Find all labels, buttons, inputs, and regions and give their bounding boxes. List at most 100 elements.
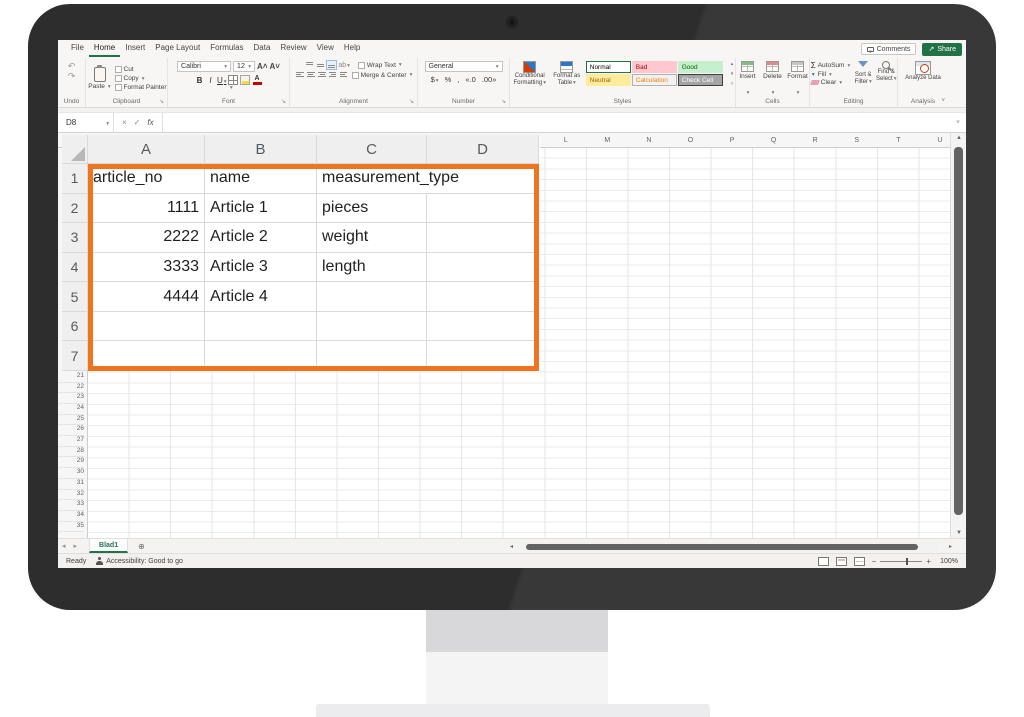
italic-button[interactable]: I	[206, 76, 215, 85]
cell-A4[interactable]: 3333	[88, 253, 205, 283]
accessibility-status[interactable]: Accessibility: Good to go	[96, 557, 183, 565]
cell-B6[interactable]	[205, 312, 317, 342]
middle-align-button[interactable]	[316, 61, 325, 69]
vertical-scrollbar-thumb[interactable]	[954, 147, 963, 515]
align-center-button[interactable]	[306, 71, 315, 79]
number-format-select[interactable]: General	[425, 61, 503, 72]
find-select-button[interactable]: Find & Select	[876, 61, 896, 82]
page-layout-view-button[interactable]	[836, 557, 847, 566]
zoom-slider-thumb[interactable]	[906, 558, 908, 565]
column-header-Q[interactable]: Q	[753, 133, 795, 148]
overlay-column-header-D[interactable]: D	[427, 135, 539, 164]
column-header-O[interactable]: O	[670, 133, 712, 148]
style-calculation[interactable]: Calculation	[632, 74, 677, 86]
style-bad[interactable]: Bad	[632, 61, 677, 73]
zoom-in-button[interactable]: +	[926, 557, 931, 566]
tab-help[interactable]: Help	[339, 41, 365, 57]
insert-function-icon[interactable]: fx	[147, 118, 153, 127]
zoom-level[interactable]: 100%	[938, 558, 958, 565]
tab-page-layout[interactable]: Page Layout	[150, 41, 205, 57]
cell-C7[interactable]	[317, 341, 427, 371]
percent-style-button[interactable]: %	[445, 75, 452, 84]
column-header-N[interactable]: N	[628, 133, 670, 148]
align-left-button[interactable]	[295, 71, 304, 79]
number-dialog-launcher[interactable]	[501, 99, 507, 105]
horizontal-scrollbar[interactable]	[520, 543, 938, 551]
normal-view-button[interactable]	[818, 557, 829, 566]
autosum-button[interactable]: ΣAutoSum	[811, 61, 850, 70]
cancel-entry-icon[interactable]: ×	[122, 118, 127, 127]
tab-data[interactable]: Data	[249, 41, 276, 57]
tab-review[interactable]: Review	[275, 41, 311, 57]
paste-button[interactable]: Paste	[87, 67, 113, 90]
scroll-up-icon[interactable]: ▲	[951, 135, 966, 141]
zoom-slider[interactable]	[880, 561, 922, 562]
cell-B4[interactable]: Article 3	[205, 253, 317, 283]
column-header-S[interactable]: S	[836, 133, 878, 148]
column-header-R[interactable]: R	[794, 133, 836, 148]
analyze-data-button[interactable]: Analyze Data	[903, 61, 943, 82]
cell-D2[interactable]	[427, 194, 539, 224]
copy-button[interactable]: Copy	[115, 75, 167, 82]
overlay-row-header-4[interactable]: 4	[62, 253, 88, 283]
align-right-button[interactable]	[317, 71, 326, 79]
merge-center-button[interactable]: Merge & Center	[352, 72, 413, 79]
redo-button[interactable]: ↷	[68, 71, 76, 81]
row-header-35[interactable]: 35	[58, 521, 84, 533]
cell-D5[interactable]	[427, 282, 539, 312]
column-header-M[interactable]: M	[587, 133, 629, 148]
format-painter-button[interactable]: Format Painter	[115, 84, 167, 91]
overlay-row-header-3[interactable]: 3	[62, 223, 88, 253]
overlay-row-header-5[interactable]: 5	[62, 282, 88, 312]
cell-C5[interactable]	[317, 282, 427, 312]
overlay-column-header-B[interactable]: B	[205, 135, 317, 164]
undo-button[interactable]: ↶	[68, 61, 76, 71]
cell-B2[interactable]: Article 1	[205, 194, 317, 224]
font-color-button[interactable]: A	[252, 75, 262, 85]
format-cells-button[interactable]: Format	[786, 61, 809, 99]
sheet-tab-blad1[interactable]: Blad1	[89, 539, 128, 553]
decrease-indent-button[interactable]	[328, 71, 337, 79]
alignment-dialog-launcher[interactable]	[409, 99, 415, 105]
overlay-row-header-1[interactable]: 1	[62, 164, 88, 194]
horizontal-scrollbar-thumb[interactable]	[526, 544, 918, 550]
next-sheet-icon[interactable]: ▸	[70, 542, 82, 550]
formula-input[interactable]	[163, 113, 950, 132]
sort-filter-button[interactable]: Sort & Filter	[852, 61, 874, 85]
select-all-corner[interactable]	[62, 135, 88, 164]
clear-button[interactable]: Clear	[811, 79, 850, 86]
font-name-select[interactable]: Calibri	[177, 61, 231, 72]
format-as-table-button[interactable]: Format as Table	[550, 61, 584, 86]
overlay-column-header-C[interactable]: C	[317, 135, 427, 164]
column-header-P[interactable]: P	[711, 133, 753, 148]
hscroll-right-icon[interactable]: ▸	[949, 543, 952, 550]
share-button[interactable]: Share	[922, 43, 962, 56]
decrease-decimal-button[interactable]: .00»	[482, 75, 497, 84]
tab-insert[interactable]: Insert	[120, 41, 150, 57]
page-break-view-button[interactable]	[854, 557, 865, 566]
cell-B5[interactable]: Article 4	[205, 282, 317, 312]
style-check-cell[interactable]: Check Cell	[678, 74, 723, 86]
conditional-formatting-button[interactable]: Conditional Formatting	[512, 61, 548, 86]
cut-button[interactable]: Cut	[115, 66, 167, 73]
underline-button[interactable]: U	[217, 76, 226, 85]
cell-D7[interactable]	[427, 341, 539, 371]
comments-button[interactable]: Comments	[861, 43, 917, 55]
bottom-align-button[interactable]	[327, 61, 336, 69]
decrease-font-size-button[interactable]: A˅	[270, 62, 280, 71]
fill-color-button[interactable]	[240, 75, 250, 85]
insert-cells-button[interactable]: Insert	[736, 61, 759, 99]
confirm-entry-icon[interactable]: ✓	[134, 118, 141, 127]
style-normal[interactable]: Normal	[586, 61, 631, 73]
clipboard-dialog-launcher[interactable]	[159, 99, 165, 105]
style-good[interactable]: Good	[678, 61, 723, 73]
cell-C3[interactable]: weight	[317, 223, 427, 253]
increase-font-size-button[interactable]: A˄	[257, 62, 267, 71]
style-neutral[interactable]: Neutral	[586, 74, 631, 86]
cell-A2[interactable]: 1111	[88, 194, 205, 224]
tab-file[interactable]: File	[66, 41, 89, 57]
prev-sheet-icon[interactable]: ◂	[58, 542, 70, 550]
cell-B3[interactable]: Article 2	[205, 223, 317, 253]
delete-cells-button[interactable]: Delete	[761, 61, 784, 99]
cell-A6[interactable]	[88, 312, 205, 342]
